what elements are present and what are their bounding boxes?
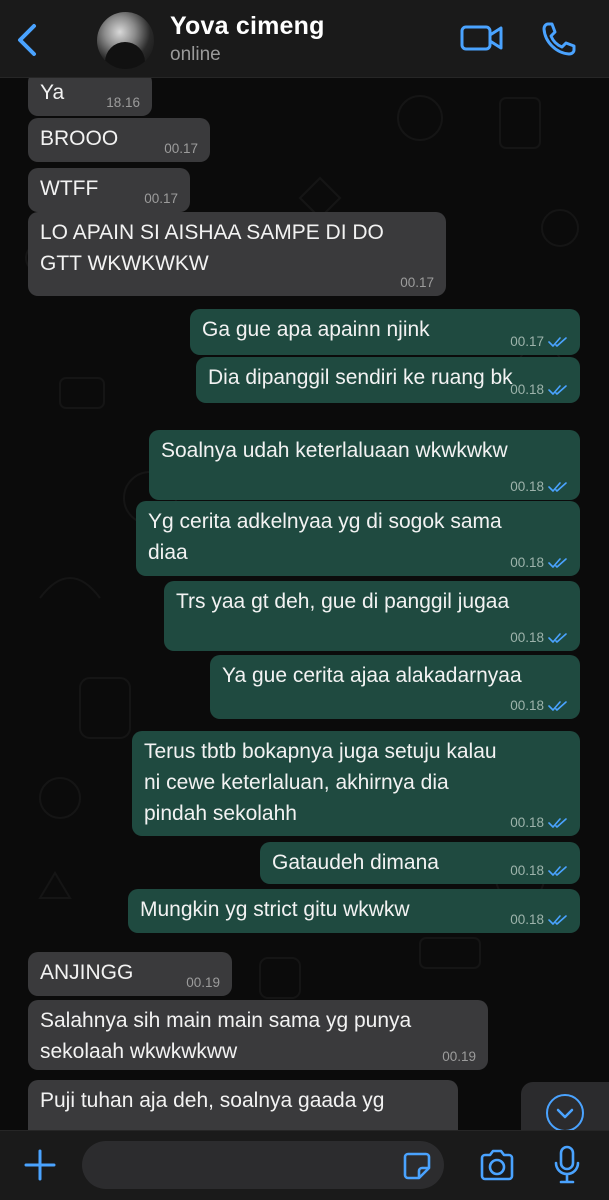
message-meta: 00.19 xyxy=(186,975,220,991)
input-bar xyxy=(0,1130,609,1200)
message-text: Trs yaa gt deh, gue di panggil jugaa xyxy=(176,590,510,613)
contact-status: online xyxy=(170,44,221,65)
message-meta: 00.17 xyxy=(144,191,178,207)
message-meta: 00.17 xyxy=(400,275,434,291)
message-meta: 00.18 xyxy=(510,698,568,714)
outgoing-message[interactable]: Terus tbtb bokapnya juga setuju kalau ni … xyxy=(132,731,580,836)
message-meta: 00.19 xyxy=(442,1049,476,1065)
message-list[interactable]: Ya 18.16 BROOO 00.17 WTFF 00.17 LO APAIN SI AI… xyxy=(0,78,609,1130)
camera-icon[interactable] xyxy=(478,1148,516,1182)
read-receipt-icon xyxy=(548,915,567,925)
message-time: 00.19 xyxy=(186,975,220,990)
read-receipt-icon xyxy=(548,385,567,395)
chat-header: Yova cimeng online xyxy=(0,0,609,78)
message-text: diaa xyxy=(148,541,188,564)
message-meta: 00.18 xyxy=(510,815,568,831)
outgoing-message[interactable]: Mungkin yg strict gitu wkwkw 00.18 xyxy=(128,889,580,933)
sticker-icon[interactable] xyxy=(402,1151,432,1181)
message-input[interactable] xyxy=(82,1141,444,1189)
message-meta: 00.18 xyxy=(510,912,568,928)
message-meta: 00.18 xyxy=(510,555,568,571)
outgoing-message[interactable]: Dia dipanggil sendiri ke ruang bk 00.18 xyxy=(196,357,580,403)
message-time: 00.18 xyxy=(510,912,544,927)
read-receipt-icon xyxy=(548,558,567,568)
microphone-icon[interactable] xyxy=(552,1145,582,1185)
read-receipt-icon xyxy=(548,482,567,492)
contact-name[interactable]: Yova cimeng xyxy=(170,12,325,41)
plus-icon[interactable] xyxy=(22,1147,58,1183)
message-time: 18.16 xyxy=(106,95,140,110)
message-meta: 00.18 xyxy=(510,479,568,495)
incoming-message[interactable]: BROOO 00.17 xyxy=(28,118,210,162)
avatar[interactable] xyxy=(97,12,154,69)
read-receipt-icon xyxy=(548,866,567,876)
outgoing-message[interactable]: Soalnya udah keterlaluaan wkwkwkw 00.18 xyxy=(149,430,580,500)
message-text: Salahnya sih main main sama yg punya xyxy=(40,1009,412,1032)
incoming-message[interactable]: ANJINGG 00.19 xyxy=(28,952,232,996)
read-receipt-icon xyxy=(548,818,567,828)
message-text: Ya gue cerita ajaa alakadarnyaa xyxy=(222,664,522,687)
incoming-message[interactable]: WTFF 00.17 xyxy=(28,168,190,212)
message-text: Mungkin yg strict gitu wkwkw xyxy=(140,898,410,921)
message-text: ni cewe keterlaluan, akhirnya dia xyxy=(144,771,449,794)
read-receipt-icon xyxy=(548,337,567,347)
message-time: 00.18 xyxy=(510,382,544,397)
message-meta: 00.18 xyxy=(510,630,568,646)
message-time: 00.17 xyxy=(400,275,434,290)
message-text: GTT WKWKWKW xyxy=(40,252,209,275)
scroll-down-button[interactable] xyxy=(521,1082,609,1130)
message-time: 00.18 xyxy=(510,815,544,830)
message-text: Terus tbtb bokapnya juga setuju kalau xyxy=(144,740,497,763)
message-time: 00.17 xyxy=(144,191,178,206)
read-receipt-icon xyxy=(548,633,567,643)
message-time: 00.18 xyxy=(510,698,544,713)
incoming-message[interactable]: Ya 18.16 xyxy=(28,78,152,116)
message-time: 00.18 xyxy=(510,555,544,570)
incoming-message[interactable]: Puji tuhan aja deh, soalnya gaada yg xyxy=(28,1080,458,1130)
message-meta: 18.16 xyxy=(106,95,140,111)
outgoing-message[interactable]: Ya gue cerita ajaa alakadarnyaa 00.18 xyxy=(210,655,580,719)
incoming-message[interactable]: LO APAIN SI AISHAA SAMPE DI DO GTT WKWKWK… xyxy=(28,212,446,296)
message-text: Puji tuhan aja deh, soalnya gaada yg xyxy=(40,1089,385,1112)
message-time: 00.17 xyxy=(510,334,544,349)
message-text: Yg cerita adkelnyaa yg di sogok sama xyxy=(148,510,502,533)
message-time: 00.18 xyxy=(510,630,544,645)
phone-icon[interactable] xyxy=(540,20,578,58)
message-text: LO APAIN SI AISHAA SAMPE DI DO xyxy=(40,221,384,244)
video-camera-icon[interactable] xyxy=(460,22,504,54)
message-time: 00.18 xyxy=(510,479,544,494)
message-meta: 00.18 xyxy=(510,382,568,398)
back-chevron-icon[interactable] xyxy=(10,20,44,60)
message-time: 00.18 xyxy=(510,863,544,878)
incoming-message[interactable]: Salahnya sih main main sama yg punya seko… xyxy=(28,1000,488,1070)
message-text: Soalnya udah keterlaluaan wkwkwkw xyxy=(161,439,508,462)
message-meta: 00.17 xyxy=(164,141,198,157)
message-time: 00.17 xyxy=(164,141,198,156)
outgoing-message[interactable]: Trs yaa gt deh, gue di panggil jugaa 00.1… xyxy=(164,581,580,651)
message-text: sekolaah wkwkwkww xyxy=(40,1040,238,1063)
chevron-down-icon xyxy=(556,1108,574,1119)
outgoing-message[interactable]: Ga gue apa apainn njink 00.17 xyxy=(190,309,580,355)
message-meta: 00.17 xyxy=(510,334,568,350)
message-text: pindah sekolahh xyxy=(144,802,297,825)
outgoing-message[interactable]: Yg cerita adkelnyaa yg di sogok sama diaa… xyxy=(136,501,580,576)
message-meta: 00.18 xyxy=(510,863,568,879)
message-time: 00.19 xyxy=(442,1049,476,1064)
outgoing-message[interactable]: Gataudeh dimana 00.18 xyxy=(260,842,580,884)
read-receipt-icon xyxy=(548,701,567,711)
